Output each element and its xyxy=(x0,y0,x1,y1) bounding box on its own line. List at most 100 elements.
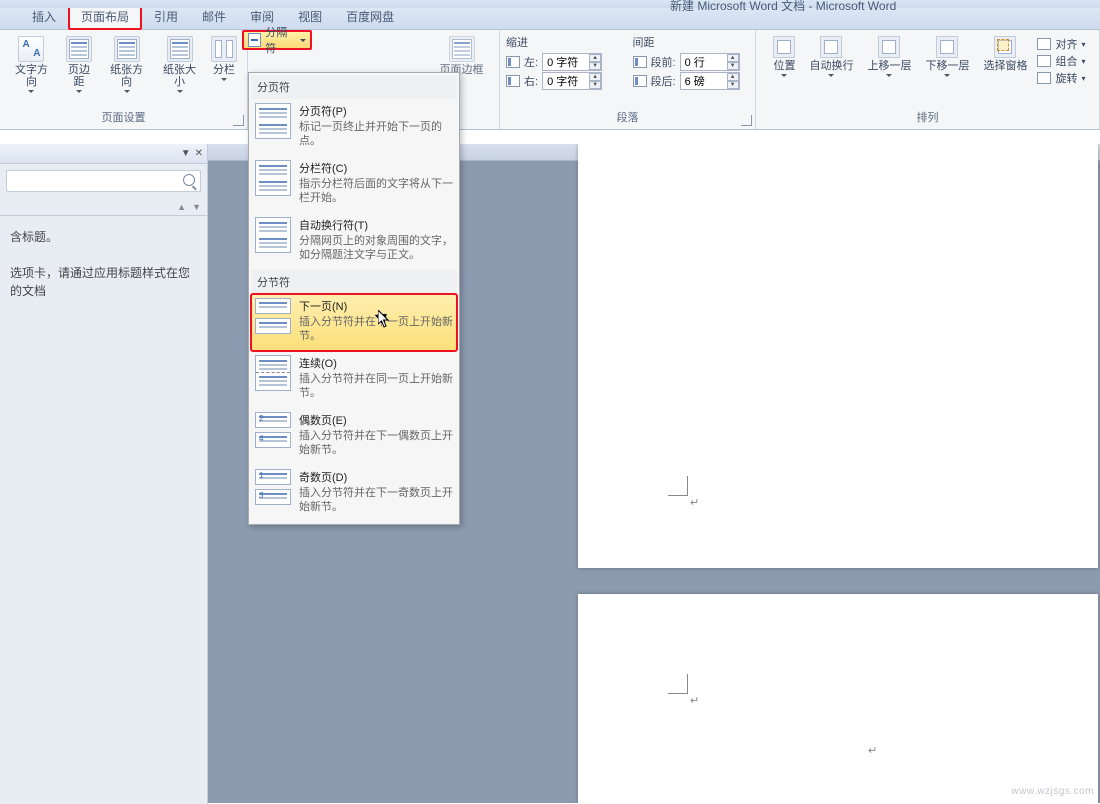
dropdown-arrow-icon xyxy=(177,90,183,93)
position-button[interactable]: 位置 xyxy=(769,34,799,86)
dropdown-arrow-icon xyxy=(886,74,892,77)
breaks-icon xyxy=(248,33,261,47)
section-odd-icon xyxy=(255,489,291,505)
search-icon[interactable] xyxy=(183,174,195,186)
paragraph-mark: ↵ xyxy=(868,744,877,757)
menu-item-section-odd-page[interactable]: 奇数页(D)插入分节符并在下一奇数页上开始新节。 xyxy=(251,465,457,522)
indent-left-icon xyxy=(506,56,520,68)
page-border-icon xyxy=(449,36,475,62)
nav-search xyxy=(6,170,201,192)
group-page-setup: AA 文字方向 页边距 纸张方向 纸张大小 分栏 xyxy=(0,30,248,129)
size-icon xyxy=(167,36,193,62)
menu-item-section-even-page[interactable]: 偶数页(E)插入分节符并在下一偶数页上开始新节。 xyxy=(251,408,457,465)
nav-body-text2: 选项卡，请通过应用标题样式在您的文档 xyxy=(10,264,197,300)
spinner-buttons[interactable]: ▲▼ xyxy=(727,54,739,70)
margins-button[interactable]: 页边距 xyxy=(59,34,99,95)
watermark: www.wzjsgs.com xyxy=(1011,786,1094,797)
backward-icon xyxy=(936,36,958,58)
wrap-break-icon xyxy=(255,217,291,253)
size-button[interactable]: 纸张大小 xyxy=(154,34,205,95)
section-next-icon xyxy=(255,318,291,334)
text-direction-button[interactable]: AA 文字方向 xyxy=(6,34,57,95)
margin-corner-icon xyxy=(668,476,688,496)
title-bar: 新建 Microsoft Word 文档 - Microsoft Word xyxy=(0,0,1100,8)
column-break-icon xyxy=(255,160,291,196)
window-title: 新建 Microsoft Word 文档 - Microsoft Word xyxy=(670,0,896,14)
group-objects-button[interactable]: 组合▾ xyxy=(1037,53,1085,69)
position-icon xyxy=(773,36,795,58)
selection-pane-button[interactable]: 选择窗格 xyxy=(979,34,1031,86)
dropdown-arrow-icon xyxy=(124,90,130,93)
indent-right-icon xyxy=(506,75,520,87)
menu-item-section-continuous[interactable]: 连续(O)插入分节符并在同一页上开始新节。 xyxy=(251,351,457,408)
ribbon-tabs: 插入 页面布局 引用 邮件 审阅 视图 百度网盘 xyxy=(0,8,1100,30)
menu-item-column-break[interactable]: 分栏符(C)指示分栏符后面的文字将从下一栏开始。 xyxy=(251,156,457,213)
group-arrange: 位置 自动换行 上移一层 下移一层 选择窗格 对齐▾ 组合▾ 旋转▾ 排列 xyxy=(756,30,1100,129)
align-button[interactable]: 对齐▾ xyxy=(1037,36,1085,52)
dropdown-arrow-icon xyxy=(781,74,787,77)
nav-dropdown-icon[interactable]: ▼ xyxy=(181,148,191,159)
menu-item-text-wrap-break[interactable]: 自动换行符(T)分隔网页上的对象周围的文字，如分隔题注文字与正文。 xyxy=(251,213,457,270)
dropdown-arrow-icon xyxy=(221,78,227,81)
ribbon: AA 文字方向 页边距 纸张方向 纸张大小 分栏 xyxy=(0,30,1100,130)
columns-button[interactable]: 分栏 xyxy=(207,34,241,95)
text-direction-icon: AA xyxy=(18,36,44,62)
menu-item-section-next-page[interactable]: 下一页(N)插入分节符并在下一页上开始新节。 xyxy=(251,294,457,351)
bring-forward-button[interactable]: 上移一层 xyxy=(863,34,915,86)
group-label-page-setup: 页面设置 xyxy=(102,109,146,127)
group-icon xyxy=(1037,55,1051,67)
section-next-icon xyxy=(255,298,291,314)
group-label-paragraph: 段落 xyxy=(617,109,639,127)
orientation-button[interactable]: 纸张方向 xyxy=(101,34,152,95)
send-backward-button[interactable]: 下移一层 xyxy=(921,34,973,86)
nav-body: 含标题。 选项卡，请通过应用标题样式在您的文档 xyxy=(0,216,207,312)
nav-body-text1: 含标题。 xyxy=(10,228,197,246)
spacing-header: 间距 xyxy=(633,34,750,52)
indent-header: 缩进 xyxy=(506,34,623,52)
spinner-buttons[interactable]: ▲▼ xyxy=(727,73,739,89)
section-breaks-header: 分节符 xyxy=(251,270,457,294)
group-label-arrange: 排列 xyxy=(917,109,939,127)
orientation-icon xyxy=(114,36,140,62)
nav-search-input[interactable] xyxy=(6,170,201,192)
document-page-2[interactable]: ↵ ↵ xyxy=(578,594,1098,803)
margins-icon xyxy=(66,36,92,62)
nav-close-icon[interactable]: ✕ xyxy=(195,148,203,159)
dropdown-arrow-icon xyxy=(28,90,34,93)
group-paragraph: 缩进 左: ▲▼ 右: ▲▼ 间距 段前: ▲▼ xyxy=(500,30,756,129)
space-before-icon xyxy=(633,56,647,68)
section-odd-icon xyxy=(255,469,291,485)
page-break-icon xyxy=(255,103,291,139)
margin-corner-icon xyxy=(668,674,688,694)
dropdown-arrow-icon xyxy=(300,39,306,42)
breaks-button[interactable]: 分隔符 xyxy=(242,30,312,50)
wrap-button[interactable]: 自动换行 xyxy=(805,34,857,86)
nav-next-icon[interactable]: ▼ xyxy=(192,202,201,212)
dropdown-arrow-icon xyxy=(828,74,834,77)
page-breaks-header: 分页符 xyxy=(251,75,457,99)
space-after-icon xyxy=(633,75,647,87)
navigation-pane: ▼ ✕ ▲ ▼ 含标题。 选项卡，请通过应用标题样式在您的文档 xyxy=(0,144,208,804)
breaks-dropdown-menu: 分页符 分页符(P)标记一页终止并开始下一页的点。 分栏符(C)指示分栏符后面的… xyxy=(248,72,460,525)
spinner-buttons[interactable]: ▲▼ xyxy=(589,73,601,89)
nav-view-tabs: ▲ ▼ xyxy=(0,198,207,216)
section-even-icon xyxy=(255,412,291,428)
selection-pane-icon xyxy=(994,36,1016,58)
forward-icon xyxy=(878,36,900,58)
document-page-1[interactable]: ↵ xyxy=(578,144,1098,568)
section-continuous-icon xyxy=(255,355,291,391)
wrap-icon xyxy=(820,36,842,58)
paragraph-mark: ↵ xyxy=(690,694,699,707)
paragraph-mark: ↵ xyxy=(690,496,699,509)
nav-prev-icon[interactable]: ▲ xyxy=(177,202,186,212)
nav-pane-header: ▼ ✕ xyxy=(0,144,207,164)
section-even-icon xyxy=(255,432,291,448)
rotate-icon xyxy=(1037,72,1051,84)
dropdown-arrow-icon xyxy=(76,90,82,93)
spinner-buttons[interactable]: ▲▼ xyxy=(589,54,601,70)
menu-item-page-break[interactable]: 分页符(P)标记一页终止并开始下一页的点。 xyxy=(251,99,457,156)
dropdown-arrow-icon xyxy=(944,74,950,77)
align-icon xyxy=(1037,38,1051,50)
columns-icon xyxy=(211,36,237,62)
rotate-button[interactable]: 旋转▾ xyxy=(1037,70,1085,86)
